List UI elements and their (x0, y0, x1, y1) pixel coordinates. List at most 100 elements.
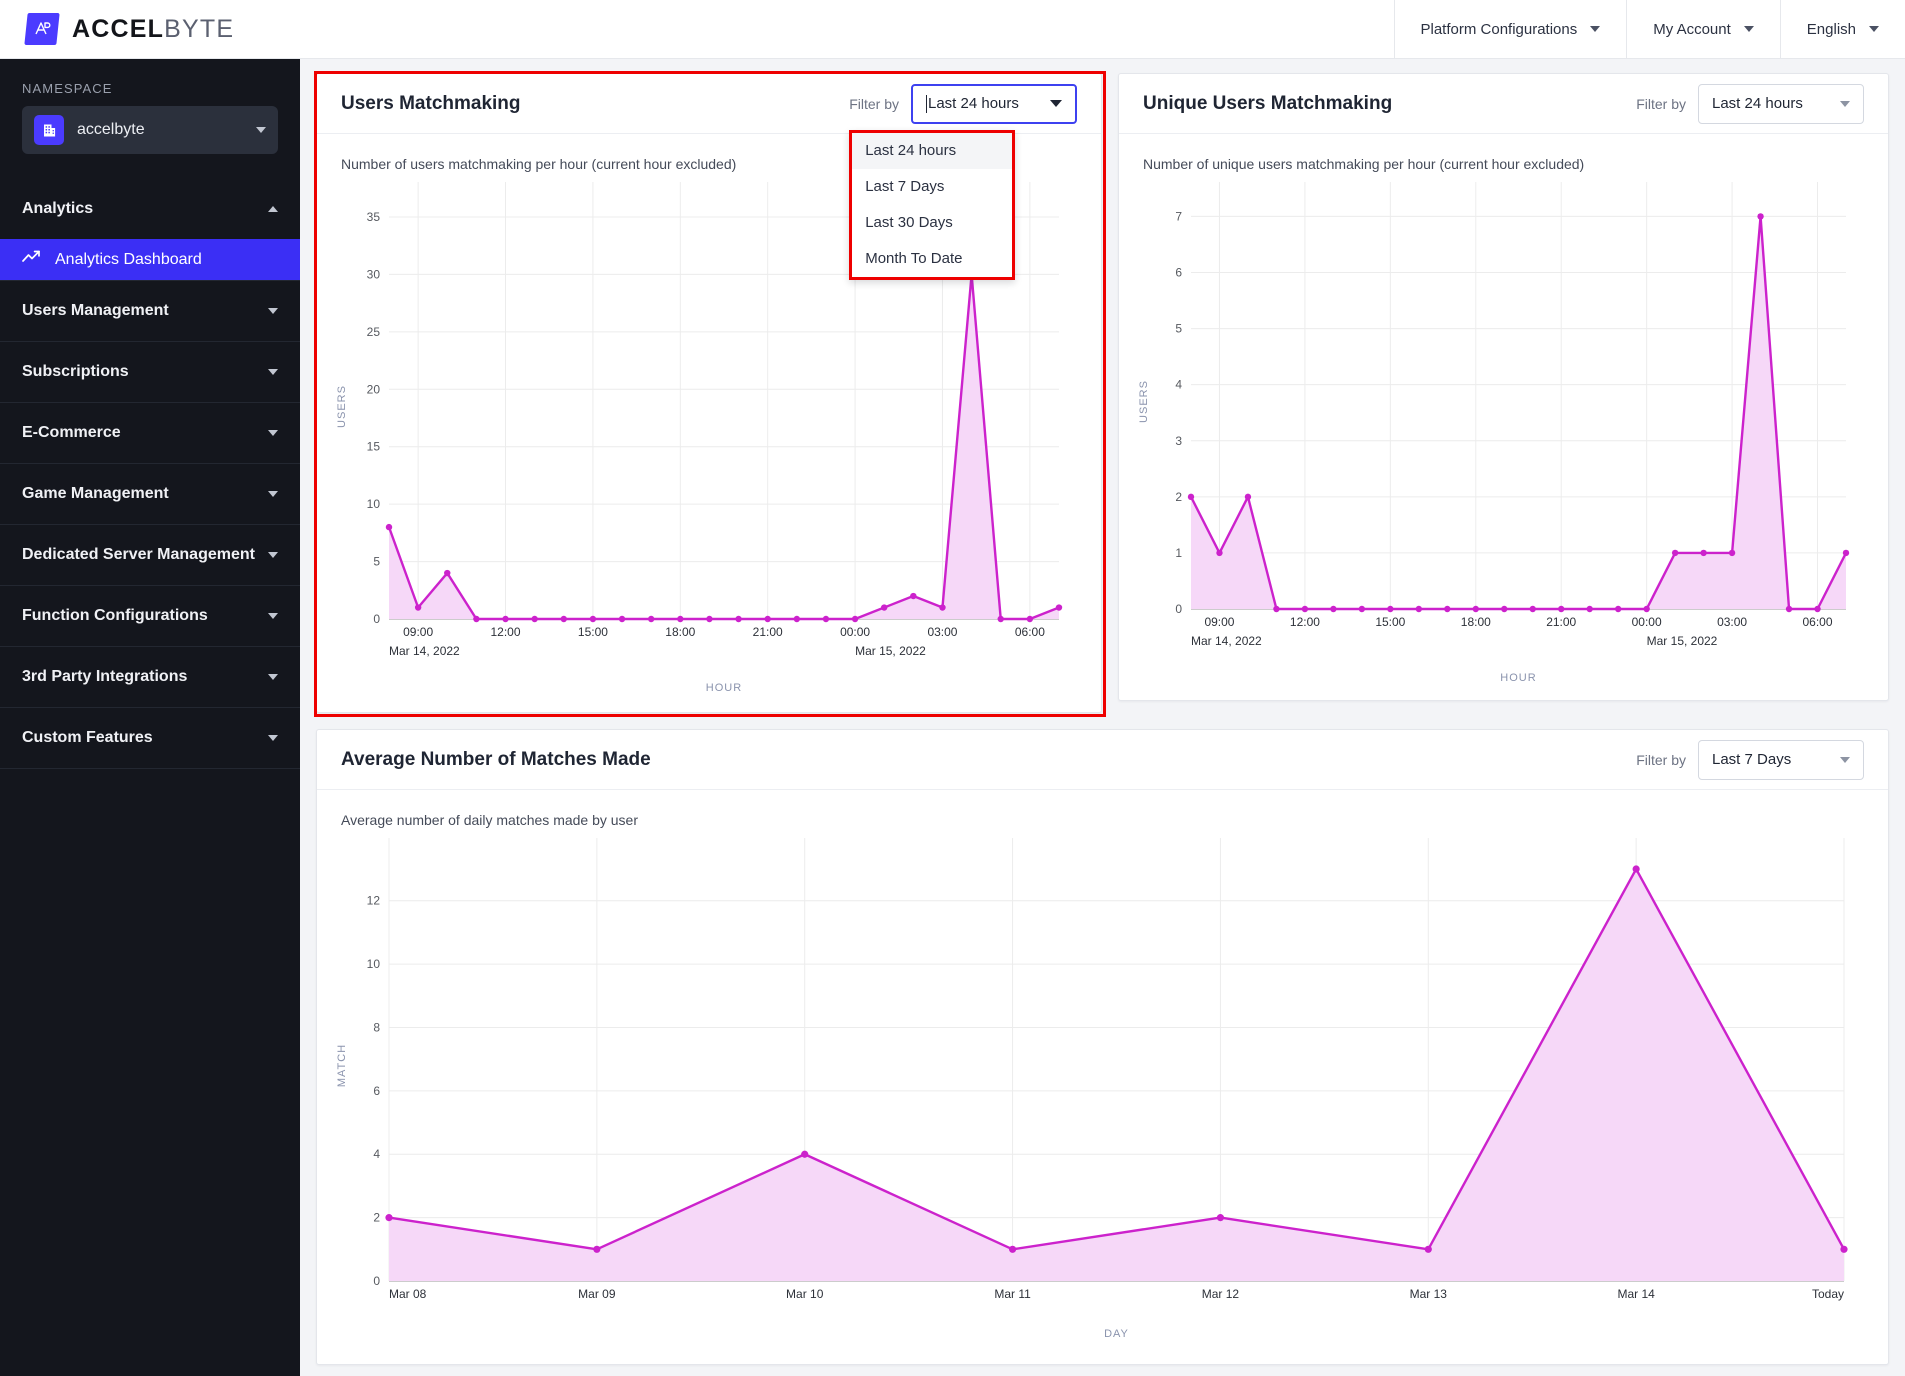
chevron-down-icon (268, 613, 278, 619)
card-subtitle: Number of unique users matchmaking per h… (1143, 156, 1585, 172)
card-header: Users Matchmaking Filter by Last 24 hour… (317, 74, 1101, 280)
svg-text:18:00: 18:00 (665, 625, 695, 639)
filter-control: Filter by Last 24 hours Last 24 hours La… (849, 83, 1077, 280)
card-title: Users Matchmaking (341, 92, 521, 114)
sidebar-item-function-configurations[interactable]: Function Configurations (0, 586, 300, 647)
average-matches-chart: 0 2 4 6 8 10 12 Mar 08 Mar 09 Mar 10 Mar 11 Mar 12 M… (336, 838, 1848, 1340)
sidebar-group-label: Custom Features (22, 729, 153, 746)
svg-text:10: 10 (367, 497, 381, 511)
chevron-down-icon (268, 369, 278, 375)
svg-text:06:00: 06:00 (1015, 625, 1045, 639)
svg-text:25: 25 (367, 325, 381, 339)
svg-text:Mar 08: Mar 08 (389, 1287, 427, 1301)
card-header: Average Number of Matches Made Filter by… (317, 730, 1888, 790)
chevron-down-icon (268, 735, 278, 741)
filter-control: Filter by Last 7 Days (1636, 739, 1864, 780)
brand-text: ACCELBYTE (72, 15, 234, 44)
card-subtitle: Average number of daily matches made by … (341, 812, 639, 828)
card-users-matchmaking: Users Matchmaking Filter by Last 24 hour… (314, 71, 1106, 717)
chevron-down-icon (268, 430, 278, 436)
brand-logo[interactable]: ACCELBYTE (0, 13, 234, 45)
svg-text:20: 20 (367, 382, 381, 396)
filter-select-unique-users-matchmaking[interactable]: Last 24 hours (1698, 83, 1864, 124)
chevron-down-icon (256, 127, 266, 133)
svg-text:USERS: USERS (336, 385, 348, 428)
filter-dropdown-menu: Last 24 hours Last 7 Days Last 30 Days M… (849, 129, 1016, 280)
svg-text:Mar 14, 2022: Mar 14, 2022 (389, 644, 460, 658)
svg-text:2: 2 (1175, 490, 1182, 504)
filter-select-users-matchmaking[interactable]: Last 24 hours (911, 83, 1077, 124)
menu-label: My Account (1653, 20, 1731, 38)
svg-text:12:00: 12:00 (491, 625, 521, 639)
chevron-down-icon (1050, 100, 1062, 107)
sidebar-item-subscriptions[interactable]: Subscriptions (0, 342, 300, 403)
svg-text:2: 2 (373, 1211, 380, 1225)
svg-text:3: 3 (1175, 434, 1182, 448)
svg-text:12:00: 12:00 (1290, 615, 1320, 629)
svg-text:30: 30 (367, 267, 381, 281)
menu-label: Platform Configurations (1420, 20, 1578, 38)
charts-row-top: Users Matchmaking Filter by Last 24 hour… (314, 71, 1889, 717)
svg-text:0: 0 (373, 1274, 380, 1288)
main-content: Users Matchmaking Filter by Last 24 hour… (300, 59, 1905, 1376)
svg-text:18:00: 18:00 (1461, 615, 1491, 629)
namespace-selector[interactable]: accelbyte (22, 106, 278, 154)
sidebar-item-dedicated-server-management[interactable]: Dedicated Server Management (0, 525, 300, 586)
svg-text:00:00: 00:00 (1632, 615, 1662, 629)
top-bar: ACCELBYTE Platform Configurations My Acc… (0, 0, 1905, 59)
svg-text:21:00: 21:00 (1546, 615, 1576, 629)
svg-text:12: 12 (367, 894, 381, 908)
chevron-down-icon (268, 674, 278, 680)
sidebar-item-users-management[interactable]: Users Management (0, 281, 300, 342)
svg-text:Mar 11: Mar 11 (994, 1287, 1031, 1301)
svg-text:DAY: DAY (1104, 1328, 1129, 1340)
svg-text:03:00: 03:00 (1717, 615, 1747, 629)
svg-text:09:00: 09:00 (1204, 615, 1234, 629)
dropdown-option-last-24-hours[interactable]: Last 24 hours (852, 132, 1013, 169)
sidebar-item-3rd-party-integrations[interactable]: 3rd Party Integrations (0, 647, 300, 708)
svg-text:Mar 14, 2022: Mar 14, 2022 (1191, 634, 1262, 648)
chevron-up-icon (268, 205, 278, 212)
filter-select-average-matches[interactable]: Last 7 Days (1698, 739, 1864, 780)
chevron-down-icon (1840, 100, 1850, 107)
svg-text:21:00: 21:00 (753, 625, 783, 639)
sidebar: NAMESPACE accelbyte Analytics Analytics … (0, 59, 300, 1376)
dropdown-option-month-to-date[interactable]: Month To Date (852, 241, 1012, 277)
brand-bold: ACCEL (72, 14, 165, 43)
chevron-down-icon (1743, 26, 1754, 32)
dropdown-option-last-30-days[interactable]: Last 30 Days (852, 205, 1012, 241)
svg-text:Today: Today (1812, 1287, 1844, 1301)
text-caret (926, 94, 927, 113)
unique-users-matchmaking-chart: 0 1 2 3 4 5 6 7 09:00 12:00 15:00 18:00 21:00 00:00 03… (1138, 182, 1850, 684)
svg-text:10: 10 (367, 957, 381, 971)
menu-platform-configurations[interactable]: Platform Configurations (1393, 0, 1627, 59)
svg-text:Mar 15, 2022: Mar 15, 2022 (855, 644, 926, 658)
trend-up-icon (22, 250, 41, 269)
sidebar-item-analytics-dashboard[interactable]: Analytics Dashboard (0, 239, 300, 281)
menu-label: English (1806, 20, 1856, 38)
chevron-down-icon (268, 552, 278, 558)
filter-label: Filter by (1636, 751, 1686, 768)
menu-my-account[interactable]: My Account (1626, 0, 1780, 59)
svg-text:0: 0 (373, 612, 380, 626)
svg-text:00:00: 00:00 (840, 625, 870, 639)
menu-language[interactable]: English (1779, 0, 1905, 59)
sidebar-item-custom-features[interactable]: Custom Features (0, 708, 300, 769)
svg-text:03:00: 03:00 (927, 625, 957, 639)
svg-text:8: 8 (373, 1020, 380, 1034)
sidebar-item-game-management[interactable]: Game Management (0, 464, 300, 525)
sidebar-group-label: Function Configurations (22, 607, 208, 624)
sidebar-item-analytics[interactable]: Analytics (0, 178, 300, 239)
card-title: Average Number of Matches Made (341, 748, 651, 770)
svg-text:6: 6 (1175, 266, 1182, 280)
sidebar-item-e-commerce[interactable]: E-Commerce (0, 403, 300, 464)
chevron-down-icon (1869, 26, 1879, 32)
svg-text:15:00: 15:00 (578, 625, 608, 639)
dropdown-option-last-7-days[interactable]: Last 7 Days (852, 169, 1012, 205)
sidebar-group-label: Game Management (22, 485, 169, 502)
namespace-value: accelbyte (77, 121, 145, 138)
svg-text:35: 35 (367, 210, 381, 224)
filter-selected-value: Last 7 Days (1712, 751, 1792, 768)
filter-selected-value: Last 24 hours (1712, 95, 1803, 112)
svg-text:Mar 15, 2022: Mar 15, 2022 (1647, 634, 1718, 648)
